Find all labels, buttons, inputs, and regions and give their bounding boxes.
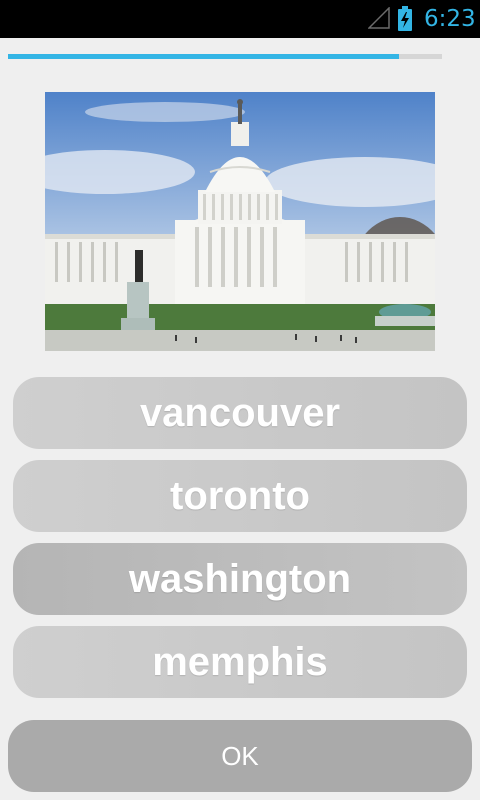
ok-button[interactable]: OK	[8, 720, 472, 792]
answer-label: vancouver	[139, 390, 341, 435]
answer-button-vancouver[interactable]: vancouver	[13, 377, 467, 449]
status-bar: 6:23	[0, 0, 480, 38]
answer-button-toronto[interactable]: toronto	[13, 460, 467, 532]
battery-charging-icon	[398, 6, 412, 31]
clock: 6:23	[424, 6, 476, 32]
answer-label: toronto	[170, 473, 310, 518]
answer-label: memphis	[152, 639, 328, 684]
answer-label: washington	[128, 556, 352, 601]
ok-label: OK	[221, 740, 259, 771]
answer-button-memphis[interactable]: memphis	[13, 626, 467, 698]
progress-fill	[8, 54, 399, 59]
capitol-building-photo	[45, 92, 435, 351]
answer-button-washington[interactable]: washington	[13, 543, 467, 615]
progress-bar	[8, 54, 442, 59]
signal-icon	[368, 7, 390, 29]
